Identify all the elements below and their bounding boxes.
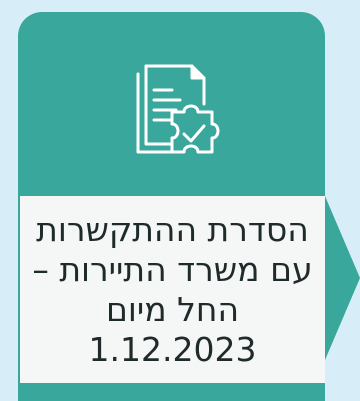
arrow-right-pointer [325, 196, 360, 360]
document-puzzle-check-icon [112, 56, 232, 168]
label-panel: הסדרת ההתקשרות עם משרד התיירות – החל מיו… [20, 196, 325, 383]
card-title: הסדרת ההתקשרות עם משרד התיירות – החל מיו… [32, 209, 313, 369]
info-card[interactable]: הסדרת ההתקשרות עם משרד התיירות – החל מיו… [18, 12, 325, 401]
